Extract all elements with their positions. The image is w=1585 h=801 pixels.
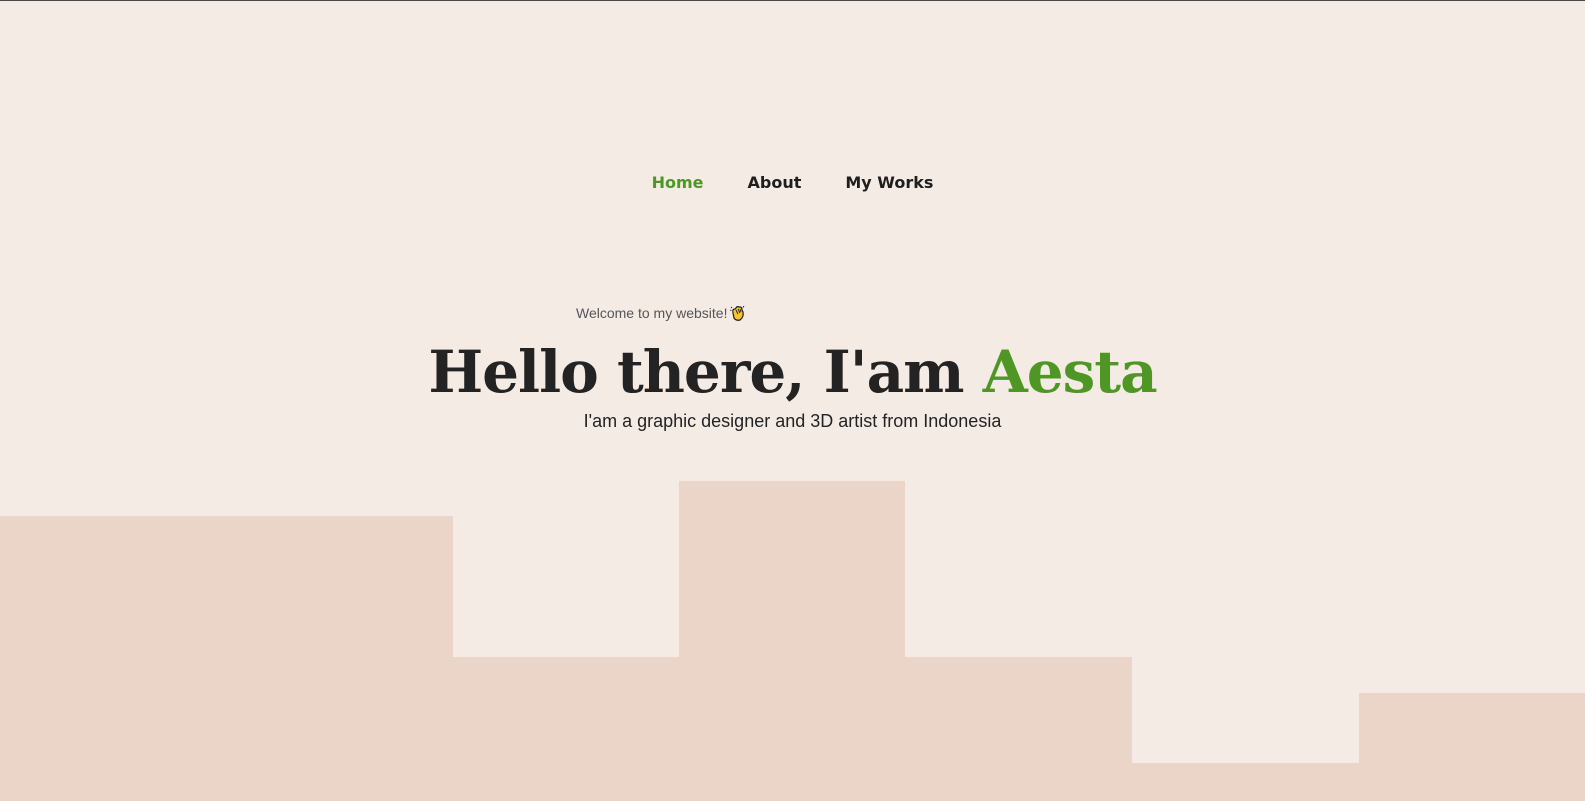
nav-about-link[interactable]: About <box>747 173 801 192</box>
hero-name: Aesta <box>982 338 1158 406</box>
hero-title-prefix: Hello there, I'am <box>428 338 983 406</box>
hero-subtitle: I'am a graphic designer and 3D artist fr… <box>583 411 1002 431</box>
nav-my-works-link[interactable]: My Works <box>845 173 933 192</box>
decor-block-6 <box>1359 693 1585 801</box>
hero-title: Hello there, I'am Aesta <box>0 337 1585 407</box>
decor-block-5 <box>1132 763 1359 801</box>
decor-block-3 <box>679 481 905 801</box>
welcome-text: Welcome to my website! <box>576 305 728 321</box>
welcome-line: Welcome to my website! <box>576 304 747 322</box>
decor-block-4 <box>905 657 1132 801</box>
main-nav: Home About My Works <box>0 173 1585 192</box>
decor-block-1 <box>0 516 453 801</box>
nav-home-link[interactable]: Home <box>652 173 704 192</box>
waving-hand-icon <box>729 304 747 322</box>
decor-block-2 <box>453 657 679 801</box>
